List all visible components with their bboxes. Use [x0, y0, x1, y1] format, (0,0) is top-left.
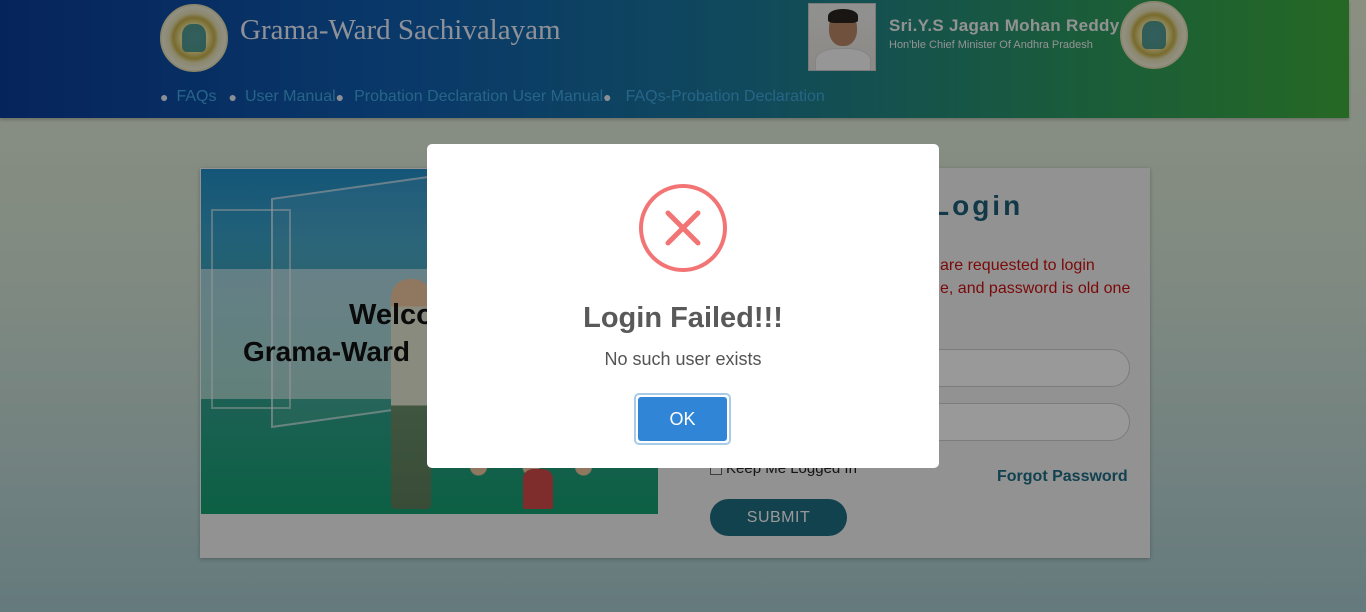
login-failed-dialog: Login Failed!!! No such user exists OK: [427, 144, 939, 468]
ok-button[interactable]: OK: [634, 393, 731, 445]
error-x-icon: [639, 184, 727, 272]
ok-button-label[interactable]: OK: [638, 397, 727, 441]
dialog-title: Login Failed!!!: [583, 302, 783, 334]
dialog-message: No such user exists: [604, 349, 762, 369]
